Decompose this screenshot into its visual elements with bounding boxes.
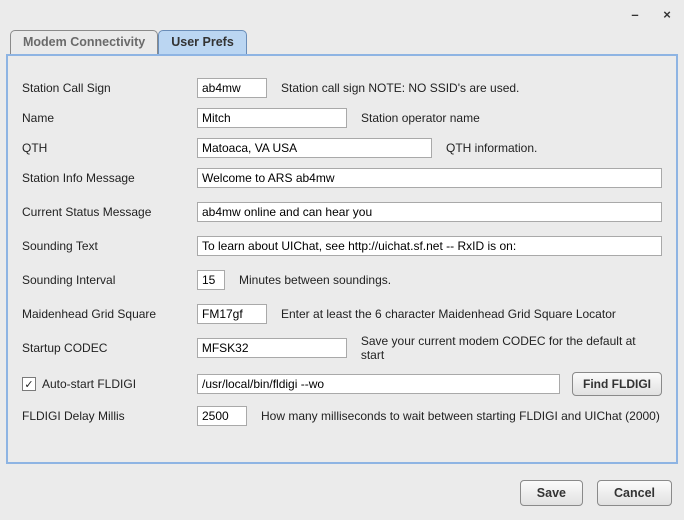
- sounding-interval-input[interactable]: [197, 270, 225, 290]
- autostart-row-label: ✓ Auto-start FLDIGI: [22, 377, 197, 391]
- autostart-label: Auto-start FLDIGI: [42, 377, 136, 391]
- qth-input[interactable]: [197, 138, 432, 158]
- qth-hint: QTH information.: [446, 141, 537, 155]
- callsign-input[interactable]: [197, 78, 267, 98]
- name-label: Name: [22, 111, 197, 125]
- tab-user-prefs[interactable]: User Prefs: [158, 30, 247, 54]
- sounding-text-label: Sounding Text: [22, 239, 197, 253]
- sounding-interval-label: Sounding Interval: [22, 273, 197, 287]
- callsign-label: Station Call Sign: [22, 81, 197, 95]
- codec-input[interactable]: [197, 338, 347, 358]
- codec-hint: Save your current modem CODEC for the de…: [361, 334, 662, 362]
- status-input[interactable]: [197, 202, 662, 222]
- autostart-checkbox[interactable]: ✓: [22, 377, 36, 391]
- delay-input[interactable]: [197, 406, 247, 426]
- callsign-hint: Station call sign NOTE: NO SSID's are us…: [281, 81, 519, 95]
- grid-hint: Enter at least the 6 character Maidenhea…: [281, 307, 616, 321]
- codec-label: Startup CODEC: [22, 341, 197, 355]
- stationinfo-input[interactable]: [197, 168, 662, 188]
- sounding-interval-hint: Minutes between soundings.: [239, 273, 391, 287]
- cancel-button[interactable]: Cancel: [597, 480, 672, 506]
- status-label: Current Status Message: [22, 205, 197, 219]
- fldigi-path-input[interactable]: [197, 374, 560, 394]
- user-prefs-panel: Station Call Sign Station call sign NOTE…: [6, 54, 678, 464]
- sounding-text-input[interactable]: [197, 236, 662, 256]
- name-hint: Station operator name: [361, 111, 480, 125]
- delay-hint: How many milliseconds to wait between st…: [261, 409, 660, 423]
- delay-label: FLDIGI Delay Millis: [22, 409, 197, 423]
- save-button[interactable]: Save: [520, 480, 583, 506]
- name-input[interactable]: [197, 108, 347, 128]
- close-button[interactable]: ×: [660, 7, 674, 21]
- grid-label: Maidenhead Grid Square: [22, 307, 197, 321]
- minimize-button[interactable]: –: [628, 7, 642, 21]
- find-fldigi-button[interactable]: Find FLDIGI: [572, 372, 662, 396]
- stationinfo-label: Station Info Message: [22, 171, 197, 185]
- tab-modem-connectivity[interactable]: Modem Connectivity: [10, 30, 158, 54]
- grid-input[interactable]: [197, 304, 267, 324]
- qth-label: QTH: [22, 141, 197, 155]
